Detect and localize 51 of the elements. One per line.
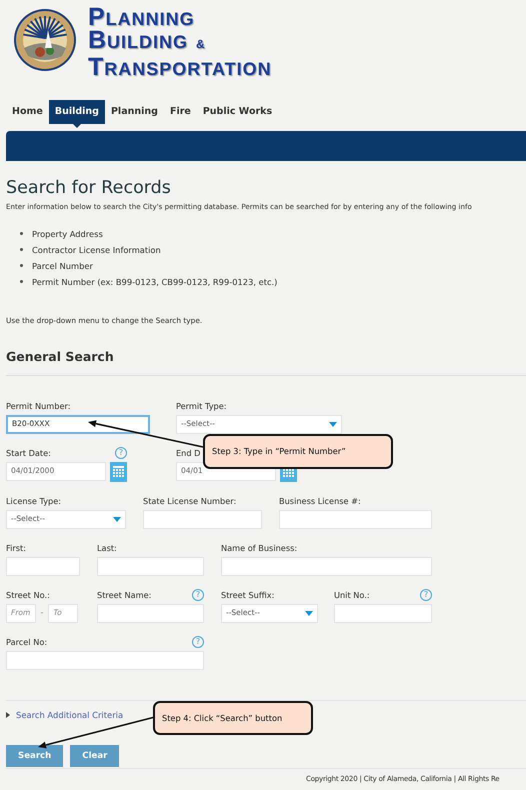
input-field[interactable] [6, 650, 204, 670]
list-item: Property Address [32, 228, 103, 241]
list-item: Parcel Number [32, 260, 93, 273]
title-line: Planning [88, 6, 196, 29]
clear-button[interactable]: Clear [70, 745, 120, 768]
bullet-dot [20, 264, 23, 268]
title-line: Transportation [88, 56, 272, 79]
field-label: Permit Number: [6, 400, 70, 412]
caret-icon [305, 610, 313, 616]
field-label: Street Name: [97, 588, 152, 602]
input-field[interactable] [97, 556, 204, 576]
field-label: Last: [97, 542, 117, 554]
input-field[interactable] [97, 604, 204, 622]
caret-icon [329, 422, 337, 426]
input-field[interactable] [279, 510, 432, 528]
nav-tab[interactable]: Home [6, 100, 49, 124]
field-label: Parcel No: [6, 636, 48, 648]
section-title: General Search [6, 348, 526, 376]
field-label: Permit Type: [176, 400, 227, 412]
field-label: End D [176, 446, 200, 460]
nav-tab[interactable]: Public Works [196, 100, 278, 124]
bullet-dot [20, 232, 23, 236]
bullet-dot [20, 248, 23, 252]
field-label: License Type: [6, 494, 62, 508]
list-item: Contractor License Information [32, 244, 161, 257]
input-field[interactable] [221, 556, 432, 576]
title-line: Building & [88, 29, 206, 56]
page-title: Search for Records [6, 178, 172, 198]
field-label: Unit No.: [334, 588, 370, 602]
nav-tab[interactable]: Planning [104, 100, 164, 124]
field-label: Business License #: [279, 494, 361, 508]
step-tooltip: Step 3: Type in “Permit Number” [203, 434, 393, 469]
step-tooltip: Step 4: Click “Search” button [153, 701, 313, 735]
seal-logo [12, 8, 78, 72]
field-label: State License Number: [143, 494, 236, 508]
additional-criteria-link[interactable]: Search Additional Criteria [16, 708, 124, 722]
input-field[interactable] [334, 604, 432, 622]
bullet-dot [20, 280, 23, 284]
field-label: First: [6, 542, 26, 554]
field-label: Street No.: [6, 588, 50, 602]
list-item: Permit Number (ex: B99-0123, CB99-0123, R99-0123, etc.) [32, 276, 278, 289]
expand-icon[interactable] [6, 712, 10, 718]
field-label: Start Date: [6, 446, 51, 460]
search-button[interactable]: Search [6, 745, 64, 768]
input-field[interactable] [6, 556, 80, 576]
field-label: Name of Business: [221, 542, 298, 554]
nav-tab[interactable]: Fire [164, 100, 197, 124]
caret-icon [113, 516, 121, 522]
range-dash: - [40, 607, 44, 619]
input-field[interactable] [143, 510, 262, 528]
field-label: Street Suffix: [221, 588, 274, 602]
